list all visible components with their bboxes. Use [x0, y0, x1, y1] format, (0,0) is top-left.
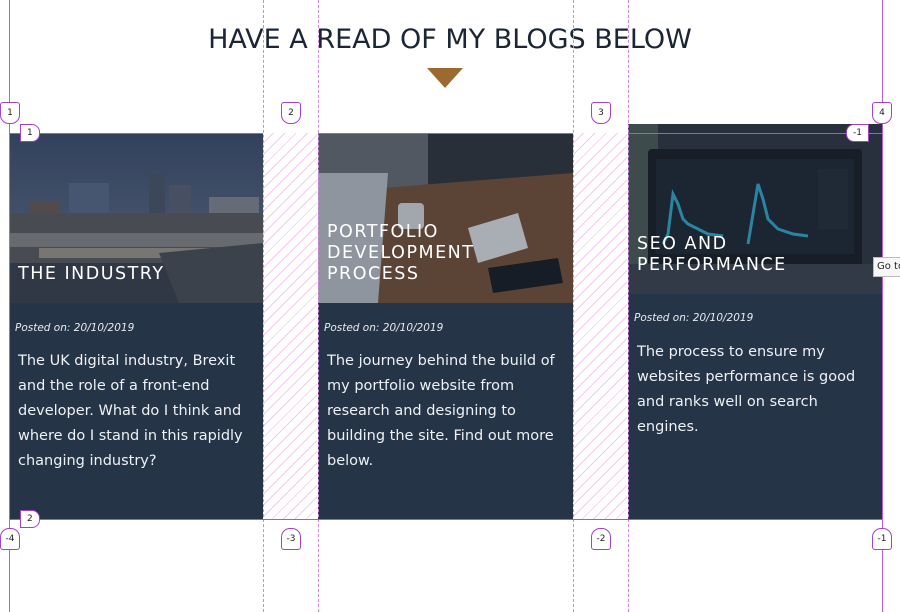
blog-card-excerpt: The UK digital industry, Brexit and the … — [18, 353, 243, 469]
blog-card-image: THE INDUSTRY — [9, 133, 263, 303]
blog-card-excerpt: The journey behind the build of my portf… — [327, 353, 555, 469]
grid-row-line — [9, 133, 263, 134]
grid-column-marker: 2 — [281, 102, 301, 124]
blog-card-title[interactable]: THE INDUSTRY — [18, 264, 238, 285]
grid-line — [9, 0, 10, 612]
grid-column-marker: -4 — [0, 528, 20, 550]
post-date: Posted on: 20/10/2019 — [324, 322, 444, 334]
grid-row-marker: -1 — [846, 124, 869, 142]
blog-card[interactable]: SEO AND PERFORMANCE Posted on: 20/10/201… — [628, 124, 882, 520]
blog-card[interactable]: THE INDUSTRY Posted on: 20/10/2019 The U… — [9, 133, 263, 520]
grid-row-line — [9, 519, 882, 520]
grid-column-marker: 3 — [591, 102, 611, 124]
grid-gap-hatch — [573, 133, 627, 520]
grid-line — [573, 0, 574, 612]
blog-card-image: PORTFOLIO DEVELOPMENT PROCESS — [318, 133, 573, 303]
post-date: Posted on: 20/10/2019 — [634, 312, 754, 324]
blog-card-title[interactable]: PORTFOLIO DEVELOPMENT PROCESS — [327, 222, 547, 285]
grid-column-marker: 4 — [872, 102, 892, 124]
grid-column-marker: 1 — [0, 102, 20, 124]
blog-card-title[interactable]: SEO AND PERFORMANCE — [637, 234, 857, 276]
grid-column-marker: -3 — [281, 528, 301, 550]
grid-row-marker: 1 — [20, 124, 40, 142]
grid-row-marker: 2 — [20, 510, 40, 528]
grid-line — [882, 0, 883, 612]
grid-line — [628, 0, 629, 612]
grid-line — [263, 0, 264, 612]
blog-card[interactable]: PORTFOLIO DEVELOPMENT PROCESS Posted on:… — [318, 133, 573, 520]
grid-gap-hatch — [263, 133, 317, 520]
grid-line — [318, 0, 319, 612]
grid-column-marker: -1 — [872, 528, 892, 550]
grid-row-line — [628, 133, 882, 134]
link-tooltip: Go to — [873, 257, 900, 277]
grid-row-line — [318, 133, 573, 134]
grid-column-marker: -2 — [591, 528, 611, 550]
post-date: Posted on: 20/10/2019 — [15, 322, 135, 334]
blog-card-excerpt: The process to ensure my websites perfor… — [637, 344, 856, 435]
chevron-down-icon — [427, 68, 463, 88]
blog-card-image: SEO AND PERFORMANCE — [628, 124, 882, 294]
page-title: HAVE A READ OF MY BLOGS BELOW — [208, 24, 692, 55]
